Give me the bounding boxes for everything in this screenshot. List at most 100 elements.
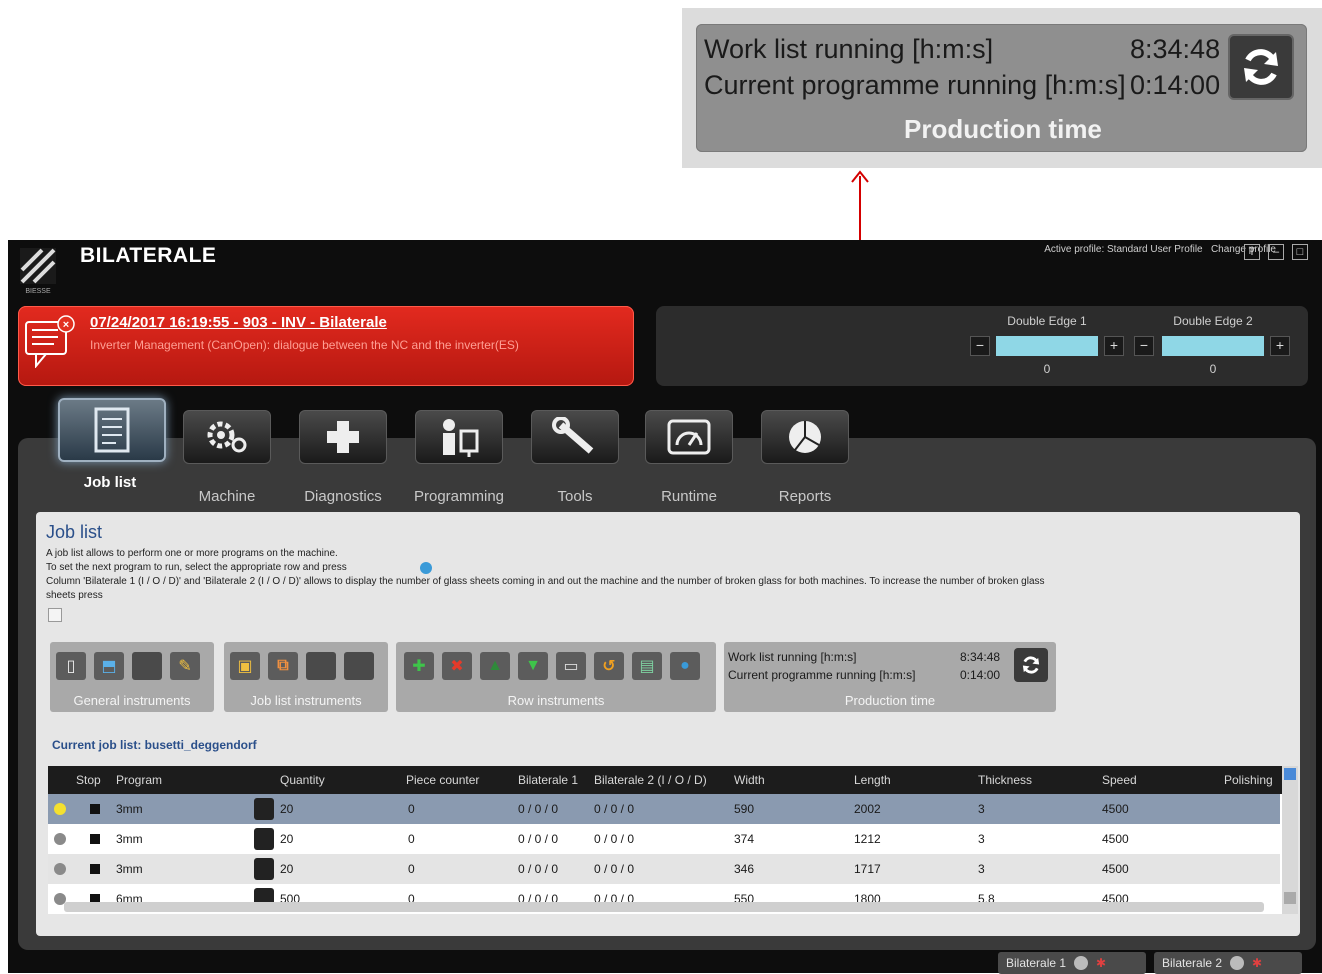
column-header-speed[interactable]: Speed [1102, 773, 1137, 787]
cell-width: 374 [734, 832, 755, 846]
column-header-length[interactable]: Length [854, 773, 891, 787]
disabled-tool-button-2[interactable] [344, 652, 374, 680]
document-icon [58, 398, 166, 462]
tab-diagnostics[interactable]: Diagnostics [296, 410, 390, 505]
double-edge-2-plus[interactable]: + [1270, 336, 1290, 356]
refresh-button[interactable] [1228, 34, 1294, 100]
cell-bilaterale-1: 0 / 0 / 0 [518, 832, 559, 846]
column-header-program[interactable]: Program [116, 773, 162, 787]
refresh-button[interactable] [1014, 648, 1048, 682]
double-edge-1-plus[interactable]: + [1104, 336, 1124, 356]
move-up-button[interactable]: ▲ [480, 652, 510, 680]
production-time-panel-zoom: Work list running [h:m:s] 8:34:48 Curren… [696, 24, 1307, 152]
bilaterale-1-status[interactable]: Bilaterale 1 ✱ [998, 952, 1146, 974]
double-edge-2-minus[interactable]: − [1134, 336, 1154, 356]
maximize-button[interactable]: □ [1292, 244, 1308, 260]
horizontal-scrollbar[interactable] [64, 902, 1264, 912]
table-row[interactable]: 3mm 20 0 0 / 0 / 0 0 / 0 / 0 374 1212 3 … [48, 824, 1280, 854]
table-row[interactable]: 3mm 20 0 0 / 0 / 0 0 / 0 / 0 346 1717 3 … [48, 854, 1280, 884]
job-list-instruments-group: ▣ ⧉ Job list instruments [224, 642, 388, 712]
description-line-1: A job list allows to perform one or more… [46, 548, 338, 559]
column-header-quantity[interactable]: Quantity [280, 773, 325, 787]
add-row-button[interactable]: ✚ [404, 652, 434, 680]
bilaterale-2-status[interactable]: Bilaterale 2 ✱ [1154, 952, 1302, 974]
tab-reports[interactable]: Reports [758, 410, 852, 505]
alarm-banner[interactable]: × 07/24/2017 16:19:55 - 903 - INV - Bila… [18, 306, 634, 386]
app-title: BILATERALE [80, 244, 217, 267]
cell-bilaterale-1: 0 / 0 / 0 [518, 862, 559, 876]
active-profile-text: Active profile: Standard User Profile [1044, 244, 1203, 255]
column-header-bilaterale-2[interactable]: Bilaterale 2 (I / O / D) [594, 773, 707, 787]
description-line-2: To set the next program to run, select t… [46, 562, 347, 573]
keyboard-button[interactable]: T [1244, 244, 1260, 260]
column-header-stop[interactable]: Stop [76, 773, 101, 787]
delete-row-button[interactable]: ✖ [442, 652, 472, 680]
column-header-piece-counter[interactable]: Piece counter [406, 773, 479, 787]
vertical-scrollbar[interactable] [1282, 766, 1298, 914]
group-label: Job list instruments [250, 693, 362, 708]
tab-runtime[interactable]: Runtime [642, 410, 736, 505]
double-edge-panel: Double Edge 1 − + 0 Double Edge 2 − + 0 [656, 306, 1308, 386]
tab-tools[interactable]: Tools [528, 410, 622, 505]
open-button[interactable]: ⬒ [94, 652, 124, 680]
save-button[interactable] [132, 652, 162, 680]
cell-quantity: 20 [280, 862, 294, 876]
tab-label: Diagnostics [304, 488, 382, 505]
status-dot [54, 863, 66, 875]
edit-button[interactable]: ✎ [170, 652, 200, 680]
stop-checkbox[interactable] [90, 834, 100, 844]
cell-speed: 4500 [1102, 832, 1129, 846]
current-programme-value: 0:14:00 [1130, 70, 1221, 100]
double-edge-1-minus[interactable]: − [970, 336, 990, 356]
cell-quantity: 20 [280, 832, 294, 846]
globe-icon [420, 562, 432, 574]
cell-program: 3mm [116, 832, 143, 846]
cell-bilaterale-2: 0 / 0 / 0 [594, 832, 635, 846]
move-down-button[interactable]: ▼ [518, 652, 548, 680]
scroll-down-button[interactable] [1284, 892, 1296, 904]
tab-programming[interactable]: Programming [412, 410, 506, 505]
production-time-callout: Work list running [h:m:s] 8:34:48 Curren… [682, 8, 1322, 168]
new-file-button[interactable]: ▯ [56, 652, 86, 680]
disabled-tool-button-1[interactable] [306, 652, 336, 680]
image-icon: ▤ [639, 658, 655, 675]
column-header-thickness[interactable]: Thickness [978, 773, 1032, 787]
scroll-up-button[interactable] [1284, 768, 1296, 780]
row-edit-button[interactable]: ▭ [556, 652, 586, 680]
pie-chart-icon [761, 410, 849, 464]
logo-icon: BIESSE [20, 248, 56, 294]
description-line-4: sheets press [46, 590, 103, 601]
double-edge-1-label: Double Edge 1 [1007, 314, 1087, 328]
column-header-bilaterale-1[interactable]: Bilaterale 1 [518, 773, 578, 787]
table-row[interactable]: 3mm 20 0 0 / 0 / 0 0 / 0 / 0 590 2002 3 … [48, 794, 1280, 824]
column-header-polishing[interactable]: Polishing [1224, 773, 1273, 787]
cell-speed: 4500 [1102, 862, 1129, 876]
undo-button[interactable]: ↺ [594, 652, 624, 680]
column-header-width[interactable]: Width [734, 773, 765, 787]
status-light-icon [1074, 956, 1089, 970]
tab-label: Runtime [661, 488, 717, 505]
tab-machine[interactable]: Machine [180, 410, 274, 505]
work-list-running-label: Work list running [h:m:s] [704, 34, 994, 64]
tab-label: Job list [83, 474, 137, 491]
arrow-up-icon: ▲ [487, 657, 503, 674]
cell-length: 2002 [854, 802, 881, 816]
cell-thickness: 3 [978, 802, 985, 816]
job-settings-button[interactable]: ▣ [230, 652, 260, 680]
cross-icon [299, 410, 387, 464]
refresh-icon [1022, 656, 1040, 674]
copy-button[interactable]: ⧉ [268, 652, 298, 680]
preview-button[interactable]: ▤ [632, 652, 662, 680]
double-edge-1-value: 0 [1043, 362, 1051, 376]
plus-icon: ✚ [412, 658, 426, 675]
broken-glass-icon [48, 608, 62, 622]
minimize-button[interactable]: – [1268, 244, 1284, 260]
tab-job-list[interactable]: Job list [58, 398, 166, 491]
run-row-button[interactable]: ● [670, 652, 700, 680]
stop-checkbox[interactable] [90, 804, 100, 814]
cell-piece-counter: 0 [408, 832, 415, 846]
stop-checkbox[interactable] [90, 864, 100, 874]
alarm-bell-icon: ✱ [1252, 956, 1263, 970]
row-instruments-group: ✚ ✖ ▲ ▼ ▭ ↺ ▤ ● Row instruments [396, 642, 716, 712]
gauge-icon [645, 410, 733, 464]
